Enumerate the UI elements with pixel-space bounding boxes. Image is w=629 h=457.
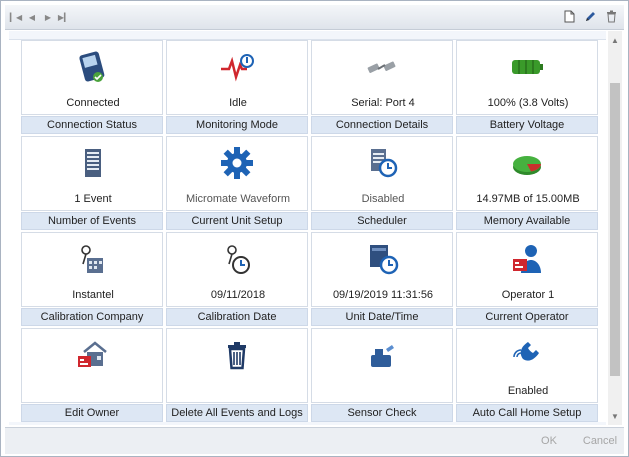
- tile-value: 100% (3.8 Volts): [487, 97, 569, 109]
- tile-body: Connected: [21, 40, 163, 115]
- pie-chart-icon: [513, 156, 541, 175]
- sensor-check-icon: [371, 345, 394, 367]
- tile-body: 14.97MB of 15.00MB: [456, 136, 598, 211]
- tile-value: Instantel: [72, 289, 114, 301]
- tile-value: 1 Event: [74, 193, 112, 205]
- window: ▎◀ ◀ ▶ ▶▎ Connected Connection Status Id…: [0, 0, 629, 457]
- pencil-icon[interactable]: [583, 9, 597, 24]
- calibration-company-icon: [81, 245, 103, 273]
- tile-body: [166, 328, 308, 403]
- tile-value: Enabled: [507, 385, 549, 397]
- tile-body: Disabled: [311, 136, 453, 211]
- tile-body: Serial: Port 4: [311, 40, 453, 115]
- tile-current-operator[interactable]: Operator 1 Current Operator: [456, 232, 598, 326]
- tile-body: 09/11/2018: [166, 232, 308, 307]
- scrollbar-thumb[interactable]: [610, 83, 620, 376]
- battery-icon: [512, 60, 543, 74]
- tile-label: Current Unit Setup: [166, 212, 308, 230]
- tile-battery-voltage[interactable]: 100% (3.8 Volts) Battery Voltage: [456, 40, 598, 134]
- tile-body: 100% (3.8 Volts): [456, 40, 598, 115]
- tile-value: Micromate Waveform: [185, 193, 291, 205]
- tile-body: Enabled: [456, 328, 598, 403]
- tile-value: 09/11/2018: [210, 289, 266, 301]
- tile-connection-details[interactable]: Serial: Port 4 Connection Details: [311, 40, 453, 134]
- tile-label: Connection Details: [311, 116, 453, 134]
- operator-icon: [513, 245, 541, 273]
- tile-memory-available[interactable]: 14.97MB of 15.00MB Memory Available: [456, 136, 598, 230]
- tile-sensor-check[interactable]: Sensor Check: [311, 328, 453, 422]
- top-toolbar: ▎◀ ◀ ▶ ▶▎: [5, 5, 624, 30]
- vertical-scrollbar[interactable]: ▲ ▼: [608, 31, 622, 425]
- tile-label: Monitoring Mode: [166, 116, 308, 134]
- tile-label: Connection Status: [21, 116, 163, 134]
- scroll-up-icon[interactable]: ▲: [608, 33, 622, 47]
- tile-calibration-company[interactable]: Instantel Calibration Company: [21, 232, 163, 326]
- tile-label: Unit Date/Time: [311, 308, 453, 326]
- tile-body: [21, 328, 163, 403]
- gear-icon: [221, 147, 253, 179]
- tile-number-of-events[interactable]: 1 Event Number of Events: [21, 136, 163, 230]
- calibration-date-icon: [227, 245, 250, 274]
- tile-label: Sensor Check: [311, 404, 453, 422]
- serial-cable-icon: [367, 61, 396, 73]
- tile-label: Scheduler: [311, 212, 453, 230]
- tile-label: Memory Available: [456, 212, 598, 230]
- tile-delete-all-events[interactable]: Delete All Events and Logs: [166, 328, 308, 422]
- tile-current-unit-setup[interactable]: Micromate Waveform Current Unit Setup: [166, 136, 308, 230]
- dialog-footer: OK Cancel: [5, 427, 624, 454]
- trash-can-icon: [228, 342, 246, 370]
- document-stack-icon: [85, 149, 101, 177]
- tile-value: Serial: Port 4: [351, 97, 415, 109]
- tile-label: Calibration Company: [21, 308, 163, 326]
- tile-body: 1 Event: [21, 136, 163, 211]
- cancel-button[interactable]: Cancel: [575, 432, 625, 450]
- tile-body: [311, 328, 453, 403]
- page-icon[interactable]: [562, 9, 576, 24]
- tile-body: Instantel: [21, 232, 163, 307]
- tile-label: Current Operator: [456, 308, 598, 326]
- previous-record-icon[interactable]: ◀: [25, 10, 39, 24]
- trash-icon[interactable]: [604, 9, 618, 24]
- tile-label: Calibration Date: [166, 308, 308, 326]
- phone-icon: [513, 342, 539, 361]
- last-record-icon[interactable]: ▶▎: [57, 10, 71, 24]
- scroll-down-icon[interactable]: ▼: [608, 409, 622, 423]
- tile-body: Micromate Waveform: [166, 136, 308, 211]
- tile-connection-status[interactable]: Connected Connection Status: [21, 40, 163, 134]
- first-record-icon[interactable]: ▎◀: [9, 10, 23, 24]
- tile-label: Delete All Events and Logs: [166, 404, 308, 422]
- calendar-clock-icon: [370, 245, 399, 275]
- tile-value: Disabled: [361, 193, 405, 205]
- ok-button[interactable]: OK: [524, 432, 574, 450]
- tile-label: Number of Events: [21, 212, 163, 230]
- tile-body: 09/19/2019 11:31:56: [311, 232, 453, 307]
- tile-auto-call-home[interactable]: Enabled Auto Call Home Setup: [456, 328, 598, 422]
- owner-house-icon: [78, 341, 107, 367]
- previous-row-strip: [9, 31, 606, 40]
- tile-unit-date-time[interactable]: 09/19/2019 11:31:56 Unit Date/Time: [311, 232, 453, 326]
- tile-value: Operator 1: [501, 289, 555, 301]
- tile-label: Auto Call Home Setup: [456, 404, 598, 422]
- heartbeat-icon: [221, 54, 254, 82]
- tile-value: 14.97MB of 15.00MB: [476, 193, 580, 205]
- tile-value: Connected: [66, 97, 120, 109]
- tile-label: Edit Owner: [21, 404, 163, 422]
- tile-body: Idle: [166, 40, 308, 115]
- record-navigation: ▎◀ ◀ ▶ ▶▎: [9, 10, 71, 24]
- status-tile-grid: Connected Connection Status Idle Monitor…: [9, 31, 606, 425]
- tile-value: Idle: [229, 97, 247, 109]
- next-row-strip: [9, 422, 606, 425]
- schedule-icon: [371, 149, 398, 178]
- tile-monitoring-mode[interactable]: Idle Monitoring Mode: [166, 40, 308, 134]
- next-record-icon[interactable]: ▶: [41, 10, 55, 24]
- handheld-device-icon: [79, 51, 105, 82]
- tile-scheduler[interactable]: Disabled Scheduler: [311, 136, 453, 230]
- tile-edit-owner[interactable]: Edit Owner: [21, 328, 163, 422]
- tile-label: Battery Voltage: [456, 116, 598, 134]
- tile-calibration-date[interactable]: 09/11/2018 Calibration Date: [166, 232, 308, 326]
- tile-body: Operator 1: [456, 232, 598, 307]
- tile-value: 09/19/2019 11:31:56: [332, 289, 434, 301]
- toolbar-actions: [562, 9, 618, 24]
